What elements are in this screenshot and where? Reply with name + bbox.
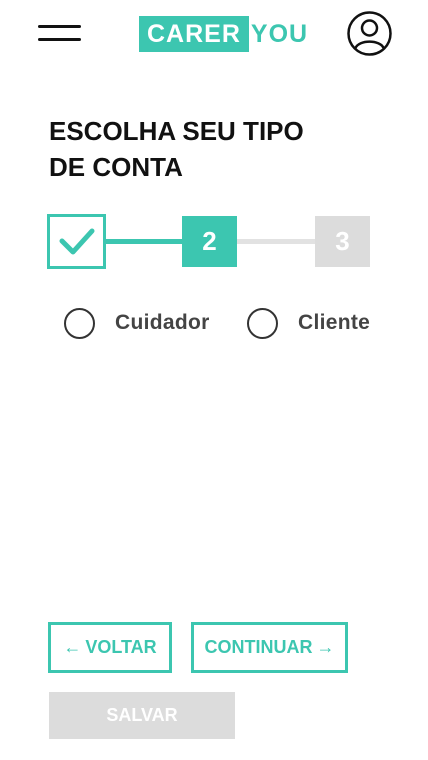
progress-stepper: 2 3: [47, 214, 371, 269]
user-avatar-icon[interactable]: [347, 11, 392, 56]
save-button[interactable]: SALVAR: [49, 692, 235, 739]
step-3-pending: 3: [315, 216, 370, 267]
radio-option-client[interactable]: Cliente: [247, 307, 370, 339]
hamburger-menu-icon: [38, 25, 81, 28]
arrow-left-icon: ←: [63, 637, 82, 657]
stepper-connector-complete: [104, 239, 182, 244]
page-title: ESCOLHA SEU TIPO DE CONTA: [49, 113, 329, 185]
hamburger-menu-icon-bar: [38, 38, 81, 41]
radio-label-caregiver: Cuidador: [115, 311, 210, 334]
arrow-right-icon: →: [316, 637, 335, 657]
app-logo: CARER YOU: [139, 16, 308, 52]
radio-option-caregiver[interactable]: Cuidador: [64, 307, 210, 339]
radio-button-caregiver[interactable]: [64, 307, 95, 339]
back-button[interactable]: ← VOLTAR: [48, 622, 172, 673]
page-title-line-2: DE CONTA: [49, 152, 183, 182]
logo-main: CARER: [139, 16, 249, 52]
step-1-complete: [47, 214, 106, 269]
step-2-current: 2: [182, 216, 237, 267]
continue-button-label: CONTINUAR: [204, 637, 313, 657]
radio-label-client: Cliente: [298, 311, 371, 334]
save-button-label: SALVAR: [106, 705, 178, 725]
stepper-connector-pending: [237, 239, 315, 244]
radio-button-client[interactable]: [247, 307, 278, 339]
back-button-label: VOLTAR: [85, 637, 157, 657]
continue-button[interactable]: CONTINUAR →: [191, 622, 348, 673]
menu-button[interactable]: [38, 25, 82, 43]
page-title-line-1: ESCOLHA SEU TIPO: [49, 116, 304, 146]
check-icon: [59, 228, 94, 254]
logo-tail: YOU: [250, 19, 309, 48]
